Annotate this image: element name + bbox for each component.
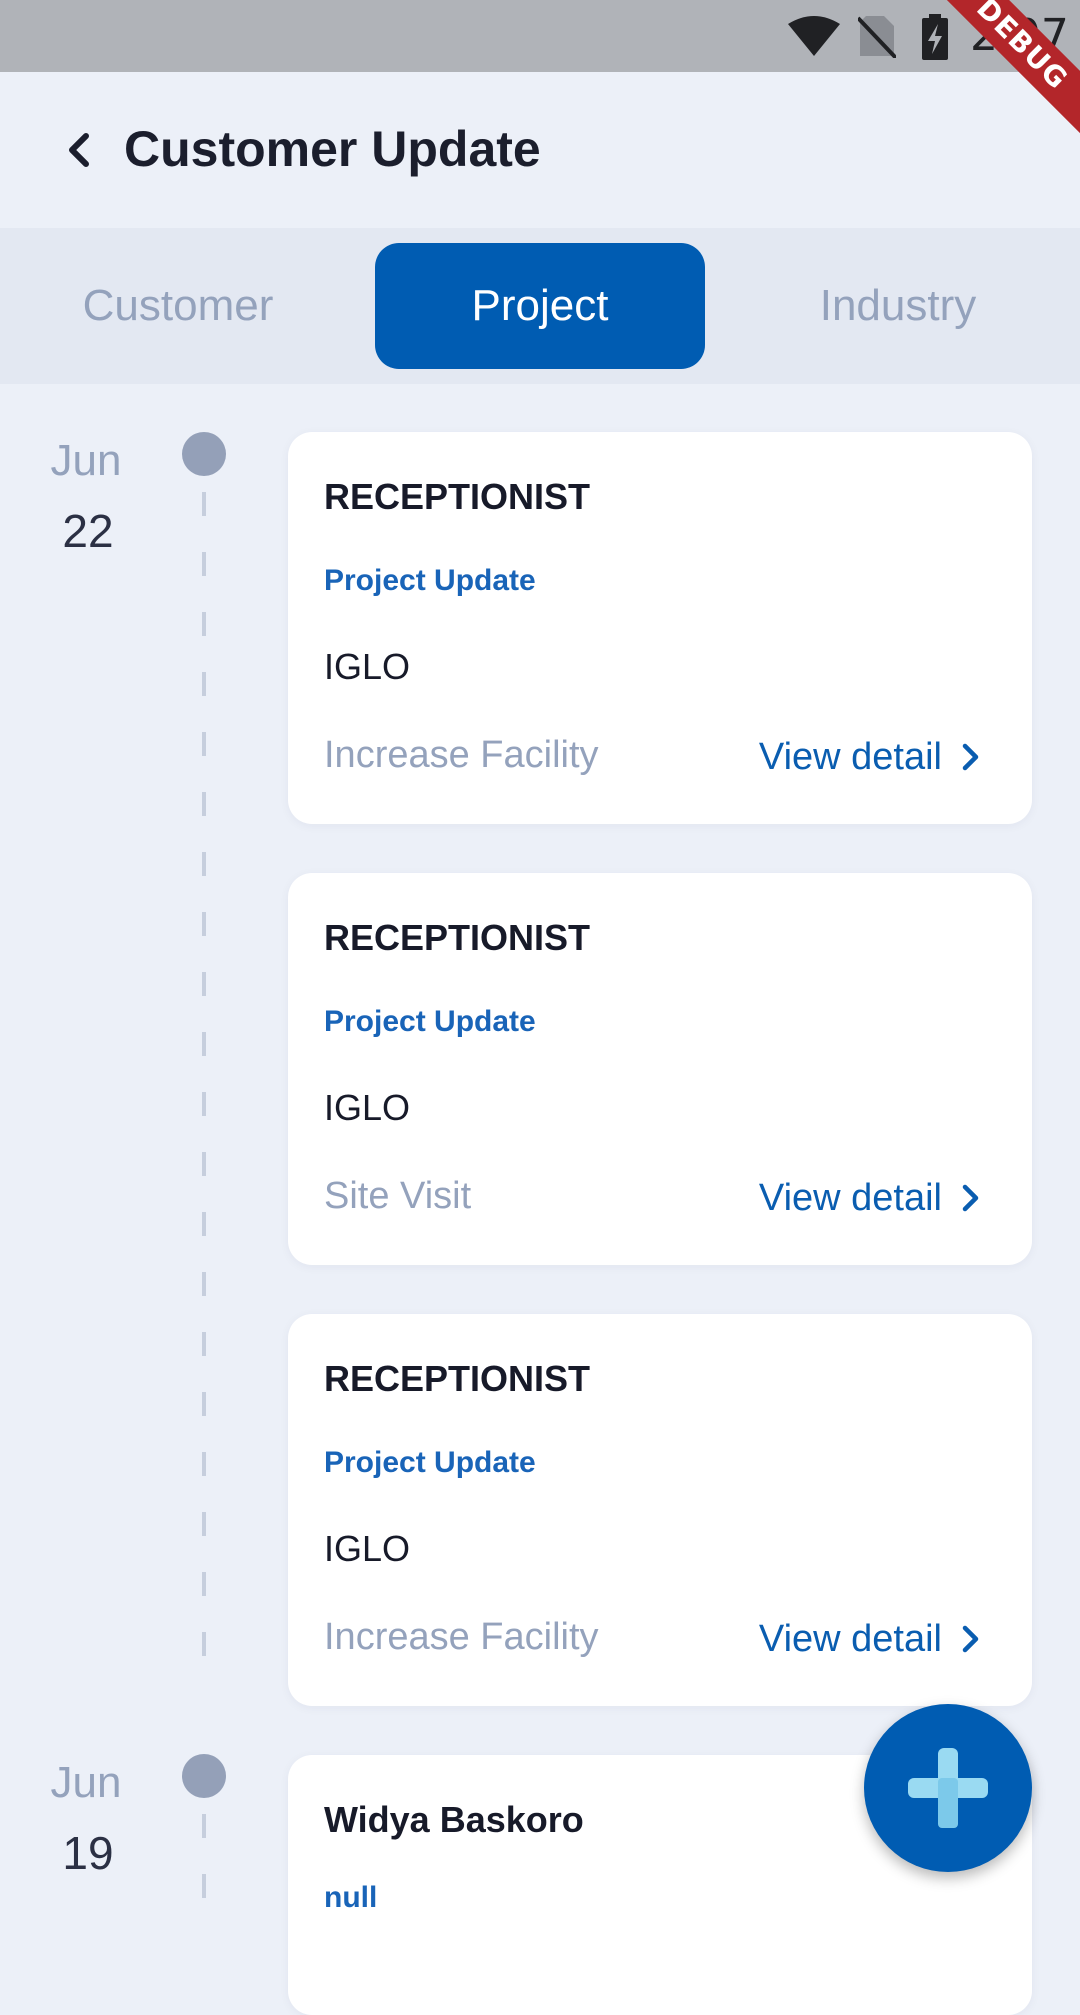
card-activity: Increase Facility [324, 734, 599, 776]
add-update-button[interactable] [864, 1704, 1032, 1872]
timeline-line [202, 1814, 206, 1920]
view-detail-link[interactable]: View detail [759, 1173, 986, 1223]
no-sim-icon [858, 16, 896, 58]
chevron-left-icon[interactable] [58, 126, 106, 174]
page-title: Customer Update [124, 121, 541, 177]
update-card[interactable]: RECEPTIONIST Project Update IGLO Increas… [288, 1314, 1032, 1706]
date-month: Jun [50, 436, 122, 485]
card-type: Project Update [324, 1005, 536, 1038]
card-company: IGLO [324, 1528, 411, 1569]
update-card[interactable]: RECEPTIONIST Project Update IGLO Increas… [288, 432, 1032, 824]
card-type: Project Update [324, 564, 536, 597]
card-activity: Site Visit [324, 1175, 472, 1217]
view-detail-label: View detail [758, 1176, 942, 1219]
status-bar: 2:07 [0, 0, 1080, 72]
card-title: RECEPTIONIST [324, 1358, 591, 1399]
date-month: Jun [50, 1758, 122, 1807]
tab-industry[interactable]: Industry [748, 243, 1048, 369]
app-bar: Customer Update [0, 72, 1080, 228]
card-company: IGLO [324, 646, 411, 687]
timeline-dot [182, 432, 226, 476]
chevron-right-icon [962, 743, 979, 771]
view-detail-link[interactable]: View detail [759, 732, 986, 782]
timeline-line [202, 492, 206, 1672]
plus-icon [908, 1748, 988, 1828]
card-type: null [324, 1881, 378, 1914]
view-detail-label: View detail [758, 1617, 942, 1660]
date-day: 22 [62, 505, 114, 557]
card-type: Project Update [324, 1446, 536, 1479]
card-activity: Increase Facility [324, 1616, 599, 1658]
date-day: 19 [62, 1827, 114, 1879]
chevron-right-icon [962, 1625, 979, 1653]
tab-bar: Customer Project Industry [0, 228, 1080, 384]
tab-project[interactable]: Project [375, 243, 705, 369]
view-detail-link[interactable]: View detail [759, 1614, 986, 1664]
battery-charging-icon [922, 14, 948, 60]
update-card[interactable]: RECEPTIONIST Project Update IGLO Site Vi… [288, 873, 1032, 1265]
timeline-dot [182, 1754, 226, 1798]
card-company: IGLO [324, 1087, 411, 1128]
chevron-right-icon [962, 1184, 979, 1212]
view-detail-label: View detail [758, 735, 942, 778]
card-title: RECEPTIONIST [324, 917, 591, 958]
wifi-icon [788, 16, 840, 56]
card-title: RECEPTIONIST [324, 476, 591, 517]
card-title: Widya Baskoro [324, 1799, 584, 1840]
tab-customer[interactable]: Customer [28, 243, 328, 369]
